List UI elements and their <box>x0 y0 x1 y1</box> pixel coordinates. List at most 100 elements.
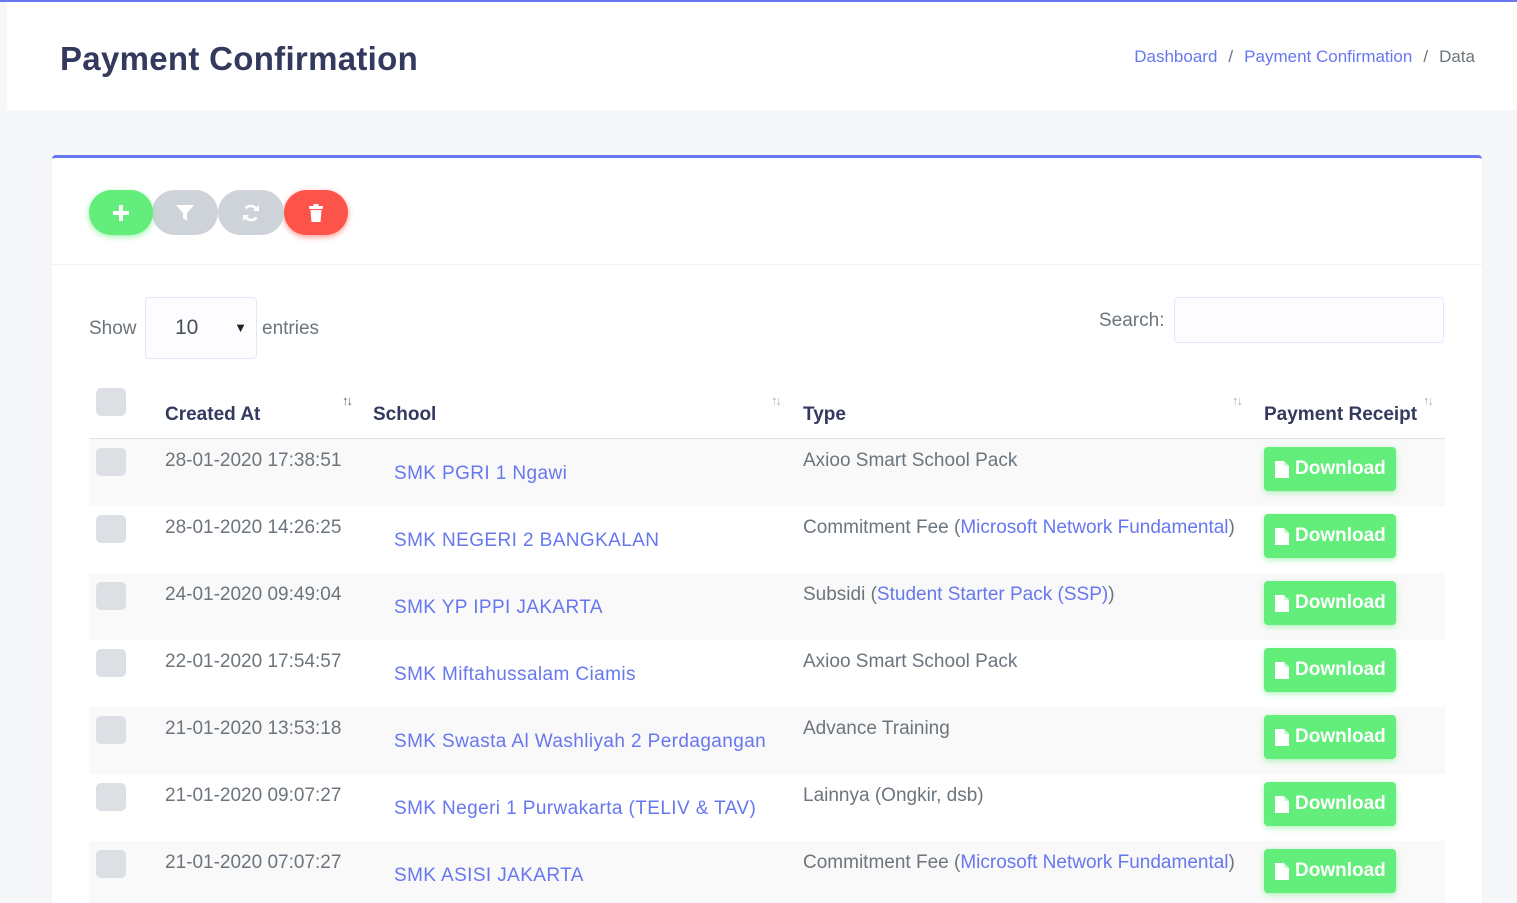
cell-created-at: 21-01-2020 09:07:27 <box>165 785 342 806</box>
breadcrumb: Dashboard / Payment Confirmation / Data <box>1134 47 1475 67</box>
row-checkbox[interactable] <box>96 448 126 476</box>
type-link[interactable]: Microsoft Network Fundamental <box>960 852 1228 873</box>
column-created-at[interactable]: Created At <box>165 404 260 426</box>
cell-created-at: 21-01-2020 13:53:18 <box>165 718 342 739</box>
column-payment-receipt[interactable]: Payment Receipt <box>1264 404 1417 426</box>
download-label: Download <box>1295 659 1386 680</box>
delete-button[interactable] <box>284 190 348 235</box>
sort-icon[interactable]: ↑↓ <box>771 393 782 408</box>
entries-value: 10 <box>175 316 199 339</box>
cell-type: Commitment Fee (Microsoft Network Fundam… <box>803 517 1235 539</box>
refresh-icon <box>243 204 259 221</box>
entries-select[interactable]: 10 ▼ <box>145 297 257 359</box>
trash-icon <box>309 203 323 222</box>
file-icon <box>1275 728 1289 746</box>
card-divider <box>52 264 1482 265</box>
download-label: Download <box>1295 525 1386 546</box>
action-toolbar <box>89 190 348 236</box>
cell-school-link[interactable]: SMK Swasta Al Washliyah 2 Perdagangan <box>394 731 766 753</box>
filter-button[interactable] <box>152 190 218 235</box>
cell-type: Axioo Smart School Pack <box>803 651 1017 673</box>
type-link[interactable]: Microsoft Network Fundamental <box>960 517 1228 538</box>
page-header: Payment Confirmation Dashboard / Payment… <box>7 2 1517 110</box>
row-checkbox[interactable] <box>96 783 126 811</box>
file-icon <box>1275 862 1289 880</box>
cell-created-at: 28-01-2020 17:38:51 <box>165 450 342 471</box>
search-label: Search: <box>1099 310 1165 331</box>
row-checkbox[interactable] <box>96 716 126 744</box>
type-suffix: ) <box>1228 517 1235 538</box>
download-label: Download <box>1295 592 1386 613</box>
cell-school-link[interactable]: SMK Negeri 1 Purwakarta (TELIV & TAV) <box>394 798 756 820</box>
table-row: 28-01-2020 17:38:51 SMK PGRI 1 Ngawi Axioo… <box>89 439 1445 506</box>
cell-created-at: 21-01-2020 07:07:27 <box>165 852 342 873</box>
refresh-button[interactable] <box>218 190 284 235</box>
download-button[interactable]: Download <box>1264 514 1396 558</box>
download-button[interactable]: Download <box>1264 447 1396 491</box>
type-text: Lainnya (Ongkir, dsb) <box>803 785 984 806</box>
row-checkbox[interactable] <box>96 515 126 543</box>
sort-icon[interactable]: ↑↓ <box>342 393 353 408</box>
cell-school-link[interactable]: SMK Miftahussalam Ciamis <box>394 664 636 686</box>
add-button[interactable] <box>89 190 153 235</box>
download-button[interactable]: Download <box>1264 715 1396 759</box>
cell-type: Commitment Fee (Microsoft Network Fundam… <box>803 852 1235 874</box>
type-link[interactable]: Student Starter Pack (SSP) <box>877 584 1108 605</box>
type-text: Commitment Fee ( <box>803 852 961 873</box>
cell-created-at: 22-01-2020 17:54:57 <box>165 651 342 672</box>
download-label: Download <box>1295 458 1386 479</box>
file-icon <box>1275 460 1289 478</box>
breadcrumb-dashboard[interactable]: Dashboard <box>1134 47 1217 67</box>
cell-school-link[interactable]: SMK YP IPPI JAKARTA <box>394 597 603 619</box>
column-school[interactable]: School <box>373 404 436 426</box>
download-label: Download <box>1295 726 1386 747</box>
file-icon <box>1275 795 1289 813</box>
table-row: 24-01-2020 09:49:04 SMK YP IPPI JAKARTA Su… <box>89 573 1445 640</box>
table-row: 28-01-2020 14:26:25 SMK NEGERI 2 BANGKALA… <box>89 506 1445 573</box>
type-text: Axioo Smart School Pack <box>803 450 1018 471</box>
page-title: Payment Confirmation <box>60 40 419 77</box>
sort-icon[interactable]: ↑↓ <box>1232 393 1243 408</box>
caret-down-icon: ▼ <box>234 320 247 335</box>
download-button[interactable]: Download <box>1264 782 1396 826</box>
filter-icon <box>176 204 194 221</box>
file-icon <box>1275 661 1289 679</box>
select-all-checkbox[interactable] <box>96 388 126 416</box>
cell-school-link[interactable]: SMK NEGERI 2 BANGKALAN <box>394 530 659 552</box>
table-header: Created At ↑↓ School ↑↓ Type ↑↓ Payment … <box>89 383 1445 439</box>
download-button[interactable]: Download <box>1264 648 1396 692</box>
cell-school-link[interactable]: SMK ASISI JAKARTA <box>394 865 584 887</box>
download-label: Download <box>1295 793 1386 814</box>
sort-icon[interactable]: ↑↓ <box>1423 393 1434 408</box>
download-button[interactable]: Download <box>1264 581 1396 625</box>
breadcrumb-current: Data <box>1439 47 1475 66</box>
cell-type: Axioo Smart School Pack <box>803 450 1017 472</box>
table-row: 21-01-2020 07:07:27 SMK ASISI JAKARTA Comm… <box>89 841 1445 903</box>
type-suffix: ) <box>1108 584 1115 605</box>
row-checkbox[interactable] <box>96 582 126 610</box>
file-icon <box>1275 527 1289 545</box>
download-label: Download <box>1295 860 1386 881</box>
cell-school-link[interactable]: SMK PGRI 1 Ngawi <box>394 463 567 485</box>
row-checkbox[interactable] <box>96 850 126 878</box>
breadcrumb-payment-confirmation[interactable]: Payment Confirmation <box>1244 47 1412 67</box>
data-card: Show 10 ▼ entries Search: Created At ↑↓ … <box>52 155 1482 903</box>
breadcrumb-separator: / <box>1423 47 1429 66</box>
cell-type: Advance Training <box>803 718 950 740</box>
type-text: Axioo Smart School Pack <box>803 651 1018 672</box>
type-text: Advance Training <box>803 718 950 739</box>
cell-created-at: 24-01-2020 09:49:04 <box>165 584 342 605</box>
table-row: 22-01-2020 17:54:57 SMK Miftahussalam Cia… <box>89 640 1445 707</box>
download-button[interactable]: Download <box>1264 849 1396 893</box>
cell-type: Subsidi (Student Starter Pack (SSP)) <box>803 584 1115 606</box>
table-row: 21-01-2020 13:53:18 SMK Swasta Al Washliy… <box>89 707 1445 774</box>
row-checkbox[interactable] <box>96 649 126 677</box>
search-input[interactable] <box>1174 297 1444 343</box>
type-text: Subsidi ( <box>803 584 877 605</box>
column-type[interactable]: Type <box>803 404 846 426</box>
plus-icon <box>113 204 129 221</box>
breadcrumb-separator: / <box>1228 47 1234 66</box>
file-icon <box>1275 594 1289 612</box>
entries-label: entries <box>262 318 320 339</box>
table-row: 21-01-2020 09:07:27 SMK Negeri 1 Purwakar… <box>89 774 1445 841</box>
